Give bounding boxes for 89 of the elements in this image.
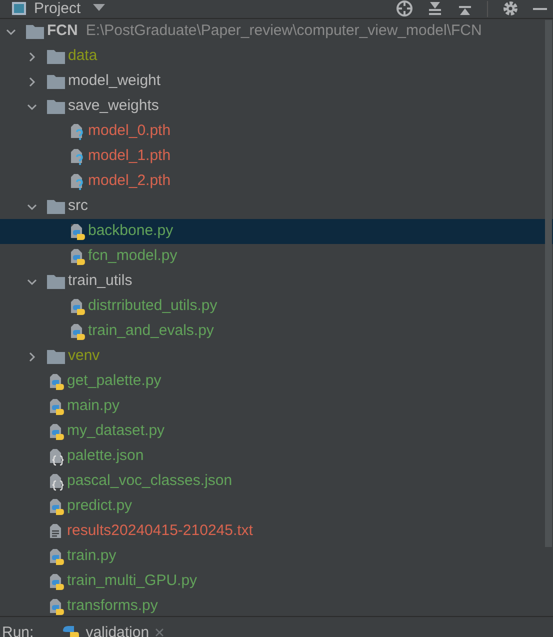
python-file-icon [68,298,85,316]
panel-title: Project [34,0,81,16]
file-name: train.py [67,546,116,566]
unknown-file-icon [68,122,85,140]
tree-row[interactable]: data [0,44,553,69]
chevron-right-icon[interactable] [27,52,37,62]
expand-all-icon[interactable] [427,0,443,16]
file-name: model_1.pth [88,146,171,166]
chevron-right-icon[interactable] [27,76,37,86]
python-file-icon [68,322,85,340]
run-label: Run: [2,626,34,637]
file-name: get_palette.py [67,371,162,392]
selected-tree-row[interactable]: backbone.py [0,219,553,244]
file-name: train_multi_GPU.py [67,571,198,592]
folder-name: train_utils [68,271,132,292]
tree-row[interactable]: pascal_voc_classes.json [0,469,553,494]
tree-row[interactable]: results20240415-210245.txt [0,519,553,544]
file-name: distrributed_utils.py [88,296,218,316]
file-name: pascal_voc_classes.json [67,471,232,492]
python-file-icon [47,422,64,440]
caret-icon[interactable] [92,4,105,12]
python-icon [62,623,80,637]
file-name: transforms.py [67,596,158,616]
folder-icon [47,274,65,289]
close-icon[interactable] [155,628,164,637]
chevron-down-icon[interactable] [27,202,37,212]
tree-row[interactable]: palette.json [0,444,553,469]
scrollbar[interactable] [545,20,552,547]
folder-name: src [68,196,88,216]
tree-row[interactable]: model_weight [0,69,553,94]
tree-row[interactable]: model_0.pth [0,119,553,144]
folder-icon [47,49,65,64]
folder-icon [47,99,65,114]
tree-row[interactable]: venv [0,344,553,369]
file-name: results20240415-210245.txt [67,521,253,542]
tree-row[interactable]: model_2.pth [0,169,553,194]
json-file-icon [47,472,64,490]
tree-row[interactable]: predict.py [0,494,553,519]
file-name: predict.py [67,496,132,516]
folder-name: save_weights [68,96,159,116]
tree-row[interactable]: distrributed_utils.py [0,294,553,319]
unknown-file-icon [68,148,85,166]
file-name: backbone.py [88,221,174,242]
file-name: main.py [67,396,120,416]
python-file-icon [47,498,64,516]
tree-row[interactable]: get_palette.py [0,369,553,394]
python-file-icon [47,372,64,390]
folder-icon [47,74,65,89]
tree-row[interactable]: save_weights [0,94,553,119]
folder-name: FCN [47,21,78,42]
file-name: model_2.pth [88,171,171,192]
file-name: train_and_evals.py [88,321,214,342]
file-name: fcn_model.py [88,246,178,266]
folder-icon [26,24,44,39]
python-file-icon [47,398,64,416]
folder-name: model_weight [68,71,161,92]
folder-icon [47,349,65,364]
chevron-right-icon[interactable] [27,352,37,362]
file-name: palette.json [67,446,144,466]
folder-name: data [68,46,98,66]
chevron-down-icon[interactable] [6,26,16,36]
tree-row[interactable]: train_and_evals.py [0,319,553,344]
python-file-icon [68,248,85,266]
target-icon[interactable] [396,0,413,17]
tree-row[interactable]: fcn_model.py [0,244,553,269]
unknown-file-icon [68,172,85,190]
project-icon [12,2,26,14]
file-name: model_0.pth [88,121,171,142]
text-file-icon [47,522,64,540]
tree-row[interactable]: model_1.pth [0,144,553,169]
tree-row[interactable]: train_multi_GPU.py [0,569,553,594]
settings-icon[interactable] [502,0,519,17]
folder-path: E:\PostGraduate\Paper_review\computer_view_model\FCN [86,21,482,42]
tree-row[interactable]: main.py [0,394,553,419]
tree-row[interactable]: my_dataset.py [0,419,553,444]
file-name: my_dataset.py [67,421,165,442]
python-file-icon [68,222,85,240]
tree-row[interactable]: train.py [0,544,553,569]
chevron-down-icon[interactable] [27,102,37,112]
chevron-down-icon[interactable] [27,276,37,286]
folder-name: venv [68,346,100,366]
python-file-icon [47,548,64,566]
tree-row[interactable]: train_utils [0,269,553,294]
tree-row[interactable]: transforms.py [0,594,553,616]
json-file-icon [47,448,64,466]
folder-icon [47,199,65,214]
tree-row[interactable]: src [0,194,553,219]
python-file-icon [47,572,64,590]
tree-row[interactable]: FCN E:\PostGraduate\Paper_review\computer_view_model\FCN [0,19,553,44]
